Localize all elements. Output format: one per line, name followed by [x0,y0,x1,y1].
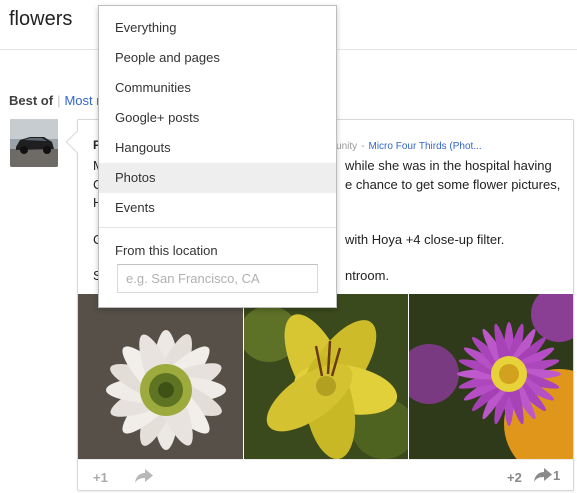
share-arrow-icon [534,468,552,482]
sort-filters: Best of | Most r [9,93,101,108]
card-pointer [65,130,89,154]
location-filter-label: From this location [115,243,218,258]
filter-best-of[interactable]: Best of [9,93,53,108]
menu-item-hangouts[interactable]: Hangouts [99,133,336,163]
purple-aster-image [409,294,574,459]
share-button[interactable] [134,468,154,484]
photo-purple-aster[interactable] [409,294,574,459]
photo-strip [78,294,574,459]
menu-item-google-plus-posts[interactable]: Google+ posts [99,103,336,133]
menu-item-photos[interactable]: Photos [99,163,336,193]
photo-yellow-lily[interactable] [243,294,409,459]
plus-one-button[interactable]: +1 [93,470,108,485]
post-line-text: e chance to get some flower pictures, [345,176,561,192]
menu-item-people-and-pages[interactable]: People and pages [99,43,336,73]
share-count-number: 1 [553,468,561,483]
post-line-text: ntroom. [345,268,390,283]
filter-separator: | [57,93,61,108]
share-count[interactable]: 1 [533,467,560,483]
menu-item-events[interactable]: Events [99,193,336,223]
post-line-text: with Hoya +4 close-up filter. [345,231,505,247]
author-avatar[interactable] [10,119,58,167]
car-photo-avatar [10,119,58,167]
menu-item-communities[interactable]: Communities [99,73,336,103]
menu-item-everything[interactable]: Everything [99,13,336,43]
photo-white-daisy[interactable] [78,294,243,459]
location-input[interactable] [117,264,318,293]
share-arrow-icon [135,469,153,483]
meta-dash: - [361,141,365,152]
filter-most-recent[interactable]: Most r [64,93,100,108]
post-actions: +1 +2 1 [78,459,573,491]
menu-divider [99,227,336,228]
post-line-text: while she was in the hospital having [345,158,552,173]
community-link[interactable]: Micro Four Thirds (Phot... [368,141,481,152]
search-type-dropdown: Everything People and pages Communities … [98,5,337,308]
white-daisy-image [78,294,243,459]
plus-one-count[interactable]: +2 [507,470,522,485]
yellow-lily-image [243,294,409,459]
search-query-title: flowers [9,8,73,30]
